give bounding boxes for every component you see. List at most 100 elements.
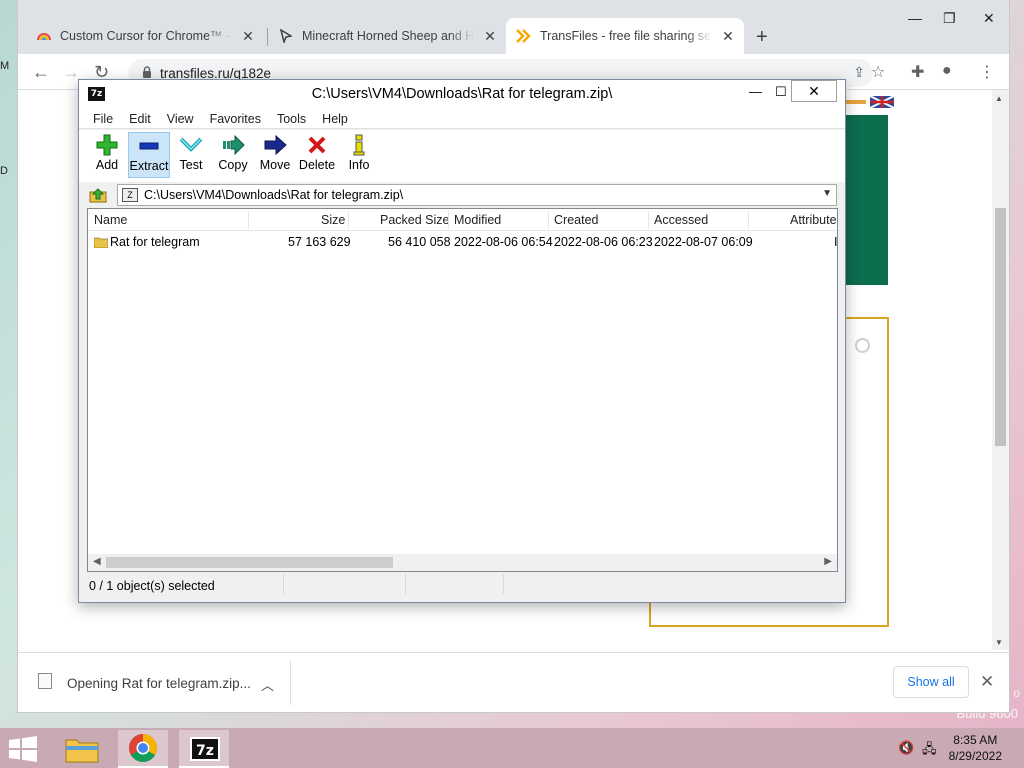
tab-title: Minecraft Horned Sheep and Hor [302, 29, 474, 43]
tab-minecraft[interactable]: Minecraft Horned Sheep and Hor ✕ [268, 18, 506, 54]
tab-title: TransFiles - free file sharing servi [540, 29, 712, 43]
selection-status: 0 / 1 object(s) selected [89, 579, 215, 593]
cursor-arrow-icon [278, 28, 294, 44]
close-shelf-icon[interactable]: ✕ [980, 672, 994, 692]
network-icon[interactable]: 🖧 [922, 740, 937, 762]
copy-button[interactable]: Copy [212, 132, 254, 178]
tab-strip: Custom Cursor for Chrome™ - Cl ✕ Minecra… [18, 0, 1009, 54]
extract-button[interactable]: Extract [128, 132, 170, 178]
column-modified[interactable]: Modified [454, 213, 501, 227]
move-button[interactable]: Move [254, 132, 296, 178]
minimize-icon[interactable]: — [749, 84, 762, 99]
column-attributes[interactable]: Attribute [790, 213, 837, 227]
delete-label: Delete [298, 158, 336, 172]
address-row: Z C:\Users\VM4\Downloads\Rat for telegra… [79, 182, 845, 208]
new-tab-button[interactable]: + [756, 26, 768, 49]
column-size[interactable]: Size [321, 213, 345, 227]
divider [290, 661, 291, 705]
tab-transfiles[interactable]: TransFiles - free file sharing servi ✕ [506, 18, 744, 54]
profile-avatar-icon[interactable]: ● [942, 62, 952, 80]
minus-icon [129, 133, 169, 159]
column-name[interactable]: Name [94, 213, 127, 227]
add-button[interactable]: Add [86, 132, 128, 178]
sevenzip-window: 7z C:\Users\VM4\Downloads\Rat for telegr… [78, 79, 846, 603]
file-explorer-taskbar-button[interactable] [57, 730, 107, 768]
sevenzip-taskbar-button[interactable]: 7z [179, 730, 229, 768]
close-window-button[interactable]: ✕ [791, 80, 837, 102]
menu-file[interactable]: File [79, 109, 121, 128]
tab-custom-cursor[interactable]: Custom Cursor for Chrome™ - Cl ✕ [26, 18, 264, 54]
close-tab-icon[interactable]: ✕ [482, 28, 498, 44]
sevenzip-app-icon: 7z [190, 737, 220, 761]
path-combobox[interactable]: Z C:\Users\VM4\Downloads\Rat for telegra… [117, 184, 837, 206]
check-icon [855, 338, 870, 353]
column-divider [748, 211, 749, 229]
delete-x-icon [296, 132, 338, 158]
column-divider [448, 211, 449, 229]
download-shelf: Opening Rat for telegram.zip... ︿ Show a… [18, 652, 1009, 712]
column-created[interactable]: Created [554, 213, 598, 227]
column-divider [648, 211, 649, 229]
maximize-icon[interactable]: ❐ [943, 10, 956, 27]
download-item-label[interactable]: Opening Rat for telegram.zip... [67, 676, 251, 691]
show-all-button[interactable]: Show all [893, 666, 969, 698]
copy-label: Copy [218, 158, 248, 172]
minimize-icon[interactable]: — [908, 10, 922, 26]
close-tab-icon[interactable]: ✕ [240, 28, 256, 44]
desktop-icon-fragment: M [0, 60, 10, 72]
menu-view[interactable]: View [159, 109, 202, 128]
cell-created: 2022-08-06 06:23 [554, 235, 653, 249]
column-packed-size[interactable]: Packed Size [380, 213, 449, 227]
cell-size: 57 163 629 [288, 235, 351, 249]
move-arrow-icon [254, 132, 296, 158]
menu-help[interactable]: Help [314, 109, 356, 128]
chevron-up-icon[interactable]: ︿ [261, 675, 274, 694]
scroll-down-icon[interactable]: ▼ [995, 638, 1003, 647]
scroll-up-icon[interactable]: ▲ [995, 94, 1003, 103]
title-bar: 7z C:\Users\VM4\Downloads\Rat for telegr… [79, 80, 845, 109]
system-clock[interactable]: 8:35 AM 8/29/2022 [949, 732, 1002, 764]
close-window-icon[interactable]: ✕ [983, 10, 995, 27]
folder-icon [65, 739, 99, 763]
chrome-taskbar-button[interactable] [118, 730, 168, 768]
clock-time: 8:35 AM [953, 733, 998, 747]
menu-bar: File Edit View Favorites Tools Help [79, 109, 845, 129]
cell-packed-size: 56 410 058 [388, 235, 451, 249]
close-tab-icon[interactable]: ✕ [720, 28, 736, 44]
delete-button[interactable]: Delete [296, 132, 338, 178]
archive-icon: Z [122, 188, 138, 202]
table-row[interactable]: Rat for telegram 57 163 629 56 410 058 2… [88, 233, 837, 251]
plus-icon [86, 132, 128, 158]
green-banner [843, 115, 888, 285]
windows-start-icon[interactable] [8, 736, 38, 762]
scrollbar-thumb[interactable] [995, 208, 1006, 446]
scroll-right-icon[interactable]: ▶ [824, 556, 832, 567]
horizontal-scrollbar[interactable]: ◀ ▶ [88, 554, 837, 571]
page-scrollbar[interactable]: ▲ ▼ [992, 90, 1009, 650]
file-list[interactable]: Name Size Packed Size Modified Created A… [87, 208, 838, 572]
path-text: C:\Users\VM4\Downloads\Rat for telegram.… [144, 188, 404, 202]
info-button[interactable]: Info [338, 132, 380, 178]
watermark-text: o [1013, 686, 1020, 700]
menu-favorites[interactable]: Favorites [202, 109, 269, 128]
scrollbar-thumb[interactable] [106, 557, 393, 568]
test-button[interactable]: Test [170, 132, 212, 178]
speaker-muted-icon[interactable]: 🔇 [898, 740, 914, 756]
zip-file-icon [38, 673, 52, 689]
maximize-icon[interactable]: ☐ [775, 84, 787, 100]
menu-kebab-icon[interactable]: ⋮ [979, 62, 995, 82]
column-headers: Name Size Packed Size Modified Created A… [88, 209, 837, 231]
bookmark-star-icon[interactable]: ☆ [871, 62, 885, 82]
language-flags[interactable] [844, 94, 895, 110]
up-folder-icon[interactable] [89, 187, 107, 203]
column-accessed[interactable]: Accessed [654, 213, 708, 227]
chevron-down-icon[interactable]: ▼ [822, 188, 832, 199]
back-icon[interactable]: ← [32, 62, 50, 83]
cell-accessed: 2022-08-07 06:09 [654, 235, 753, 249]
menu-edit[interactable]: Edit [121, 109, 159, 128]
share-icon[interactable]: ⇪ [853, 64, 865, 81]
column-divider [248, 211, 249, 229]
extensions-puzzle-icon[interactable]: ✚ [911, 62, 924, 82]
menu-tools[interactable]: Tools [269, 109, 314, 128]
scroll-left-icon[interactable]: ◀ [93, 556, 101, 567]
